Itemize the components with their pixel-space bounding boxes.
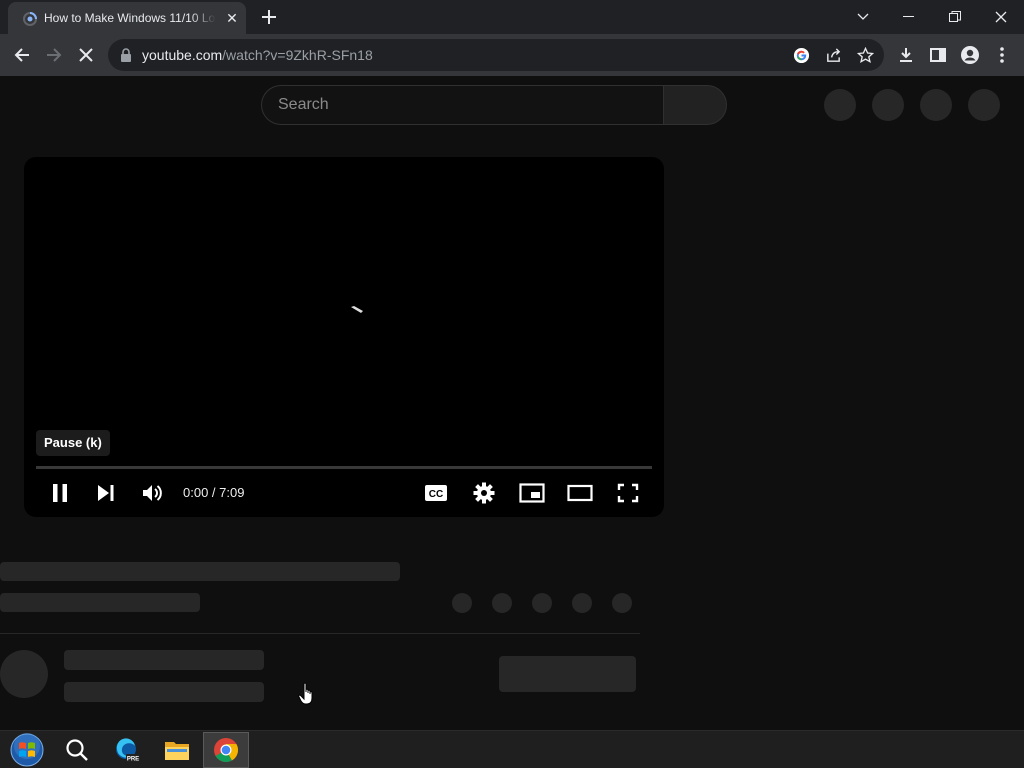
action-placeholder-dot [492, 593, 512, 613]
new-tab-icon[interactable] [258, 6, 280, 28]
subscribers-placeholder [64, 682, 264, 702]
theater-icon[interactable] [566, 479, 594, 507]
action-placeholder-dot [452, 593, 472, 613]
edge-preview-icon[interactable]: PRE [104, 732, 150, 768]
settings-icon[interactable] [470, 479, 498, 507]
hand-cursor-icon [298, 682, 313, 705]
divider [0, 633, 640, 634]
header-placeholder-circle [968, 89, 1000, 121]
fullscreen-icon[interactable] [614, 479, 642, 507]
download-icon[interactable] [895, 44, 917, 66]
action-placeholder-dot [612, 593, 632, 613]
address-bar[interactable]: youtube.com/watch?v=9ZkhR-SFn18 [108, 39, 884, 71]
action-placeholder-dot [532, 593, 552, 613]
search-input[interactable] [278, 94, 648, 116]
time-display: 0:00 / 7:09 [183, 485, 245, 500]
header-placeholder-circle [920, 89, 952, 121]
header-placeholder-circle [872, 89, 904, 121]
browser-tab[interactable]: How to Make Windows 11/10 Look like Wind… [8, 2, 246, 34]
svg-text:CC: CC [429, 489, 443, 500]
next-icon[interactable] [92, 479, 120, 507]
channel-name-placeholder [64, 650, 264, 670]
star-icon[interactable] [856, 46, 874, 64]
miniplayer-icon[interactable] [518, 479, 546, 507]
side-panel-icon[interactable] [927, 44, 949, 66]
loading-spinner-icon [351, 306, 363, 313]
lock-icon[interactable] [120, 48, 132, 62]
taskbar: PRE [0, 730, 1024, 768]
action-placeholder-dot [572, 593, 592, 613]
subscribe-button-placeholder [499, 656, 636, 692]
share-icon[interactable] [824, 46, 842, 64]
profile-icon[interactable] [959, 44, 981, 66]
search-button[interactable] [663, 85, 727, 125]
minimize-icon[interactable] [886, 0, 932, 34]
close-icon[interactable] [978, 0, 1024, 34]
avatar-placeholder [0, 650, 48, 698]
pause-tooltip: Pause (k) [36, 430, 110, 456]
title-placeholder [0, 562, 400, 581]
menu-icon[interactable] [991, 44, 1013, 66]
loading-spinner-icon [23, 12, 37, 26]
subtitle-placeholder [0, 593, 200, 612]
tab-search-icon[interactable] [840, 0, 886, 34]
back-icon[interactable] [11, 44, 33, 66]
file-explorer-icon[interactable] [154, 732, 200, 768]
url-path: /watch?v=9ZkhR-SFn18 [222, 47, 373, 63]
google-icon[interactable] [792, 46, 810, 64]
browser-titlebar: How to Make Windows 11/10 Look like Wind… [0, 0, 1024, 34]
header-placeholder-circle [824, 89, 856, 121]
progress-bar[interactable] [36, 466, 652, 469]
url-host: youtube.com [142, 47, 223, 63]
forward-icon[interactable] [43, 44, 65, 66]
search-icon[interactable] [54, 732, 100, 768]
stop-icon[interactable] [75, 44, 97, 66]
pause-icon[interactable] [46, 479, 74, 507]
chrome-icon[interactable] [203, 732, 249, 768]
restore-icon[interactable] [932, 0, 978, 34]
search-box[interactable] [261, 85, 663, 125]
svg-text:PRE: PRE [127, 757, 139, 763]
start-orb-icon[interactable] [4, 732, 50, 768]
browser-toolbar: youtube.com/watch?v=9ZkhR-SFn18 [0, 34, 1024, 76]
url-text[interactable]: youtube.com/watch?v=9ZkhR-SFn18 [142, 47, 373, 63]
captions-icon[interactable]: CC [422, 479, 450, 507]
youtube-page: Pause (k) 0:00 / 7:09 CC [0, 76, 1024, 730]
close-icon[interactable]: ✕ [224, 10, 240, 26]
volume-icon[interactable] [138, 479, 166, 507]
video-player[interactable]: Pause (k) 0:00 / 7:09 CC [24, 157, 664, 517]
tab-title: How to Make Windows 11/10 Look like Wind… [44, 11, 216, 25]
